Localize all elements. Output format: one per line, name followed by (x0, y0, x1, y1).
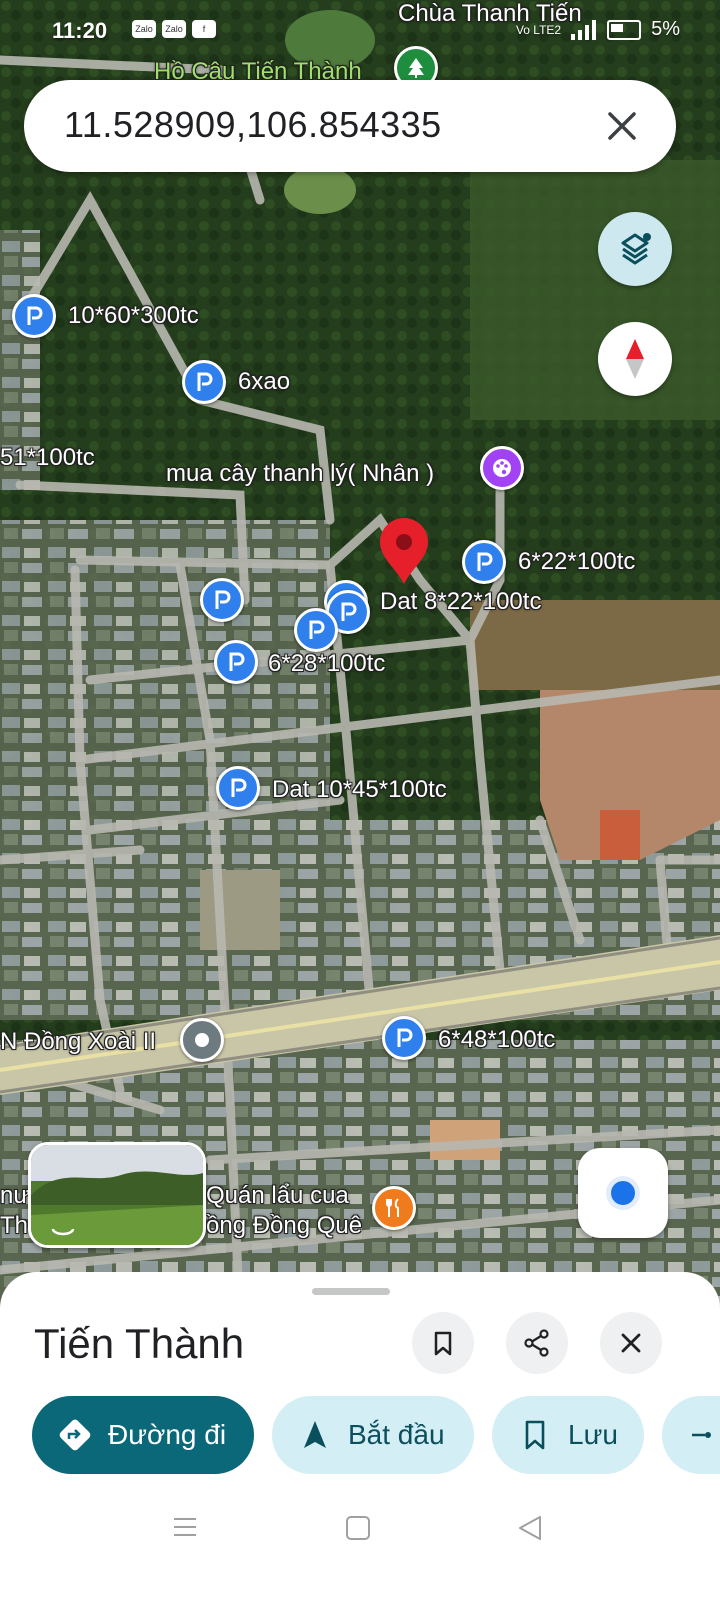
facebook-icon: f (192, 20, 216, 38)
parking-icon (231, 778, 247, 797)
layers-icon (621, 233, 651, 265)
battery-level: 5% (651, 18, 680, 40)
parking-icon (229, 652, 245, 671)
navigation-arrow-icon (304, 1421, 326, 1448)
shop-label[interactable]: mua cây thanh lý( Nhân ) (166, 460, 434, 488)
compass-button[interactable] (598, 322, 672, 396)
directions-label: Đường đi (108, 1419, 227, 1450)
road-marker[interactable] (180, 1018, 224, 1062)
parking-pin[interactable] (462, 540, 506, 584)
fork-knife-icon (386, 1198, 399, 1217)
place-sheet[interactable]: Tiến Thành Đường đi Bắt đầu Lưu (0, 1272, 720, 1612)
location-dot-icon (611, 1181, 635, 1205)
shop-pin[interactable] (480, 446, 524, 490)
recent-apps-icon[interactable] (172, 1514, 198, 1540)
listing-label[interactable]: Dat 10*45*100tc (272, 776, 447, 804)
signal-icon (571, 19, 597, 40)
place-title: Tiến Thành (34, 1320, 245, 1367)
edge-label: nư (0, 1182, 30, 1209)
sheet-handle[interactable] (312, 1288, 390, 1295)
listing-label[interactable]: 10*60*300tc (68, 302, 199, 330)
close-icon (621, 1333, 641, 1353)
share-icon (692, 1432, 711, 1438)
system-nav-bar (0, 1508, 720, 1558)
status-right: Vo LTE2 5% (516, 18, 680, 41)
edge-label: Th (0, 1212, 29, 1239)
bookmark-button[interactable] (412, 1312, 474, 1374)
directions-icon (59, 1419, 91, 1451)
parking-pin[interactable] (216, 766, 260, 810)
start-button[interactable]: Bắt đầu (272, 1396, 474, 1474)
save-button[interactable]: Lưu (492, 1396, 644, 1474)
parking-pin[interactable] (200, 578, 244, 622)
dropped-pin-icon[interactable] (378, 518, 430, 586)
parking-pin[interactable] (294, 608, 338, 652)
status-bar: 11:20 Zalo Zalo f Vo LTE2 5% (0, 0, 720, 62)
parking-pin[interactable] (382, 1016, 426, 1060)
listing-label[interactable]: 51*100tc (0, 444, 95, 472)
road-label[interactable]: N Đồng Xoài II (0, 1028, 156, 1056)
clear-search-icon[interactable] (596, 100, 648, 152)
listing-label[interactable]: Dat 8*22*100tc (380, 588, 541, 616)
network-label: Vo LTE2 (515, 22, 562, 37)
street-view-thumbnail[interactable] (28, 1142, 206, 1248)
status-time: 11:20 (52, 18, 108, 43)
palette-icon (493, 459, 511, 477)
parking-icon (341, 602, 357, 621)
map-view[interactable]: Hồ Câu Tiến Thành Chùa Thanh Tiến 10*60*… (0, 0, 720, 1320)
directions-button[interactable]: Đường đi (32, 1396, 254, 1474)
home-icon[interactable] (344, 1514, 372, 1542)
compass-icon (626, 339, 644, 379)
my-location-button[interactable] (578, 1148, 668, 1238)
parking-pin[interactable] (214, 640, 258, 684)
parking-icon (215, 590, 231, 609)
share-icon (524, 1329, 549, 1357)
listing-label[interactable]: 6*48*100tc (438, 1026, 555, 1054)
restaurant-pin[interactable] (372, 1186, 416, 1230)
parking-icon (197, 372, 213, 391)
listing-label[interactable]: 6xao (238, 368, 290, 396)
restaurant-label-line2[interactable]: ồng Đồng Quê (206, 1212, 362, 1240)
parking-pin[interactable] (12, 294, 56, 338)
bookmark-icon (525, 1420, 545, 1450)
back-icon[interactable] (516, 1514, 544, 1542)
listing-label[interactable]: 6*22*100tc (518, 548, 635, 576)
parking-icon (309, 620, 325, 639)
share-button[interactable] (506, 1312, 568, 1374)
street-view-image (31, 1145, 203, 1245)
close-sheet-button[interactable] (600, 1312, 662, 1374)
bookmark-icon (434, 1331, 452, 1356)
parking-icon (27, 306, 43, 325)
parking-icon (477, 552, 493, 571)
parking-pin[interactable] (182, 360, 226, 404)
parking-icon (397, 1028, 413, 1047)
save-label: Lưu (568, 1419, 618, 1450)
notification-icons: Zalo Zalo f (132, 20, 216, 38)
start-label: Bắt đầu (348, 1419, 445, 1450)
zalo-icon: Zalo (162, 20, 186, 38)
dot-icon (195, 1033, 209, 1047)
zalo-icon: Zalo (132, 20, 156, 38)
listing-label[interactable]: 6*28*100tc (268, 650, 385, 678)
layers-button[interactable] (598, 212, 672, 286)
battery-icon (607, 19, 642, 40)
more-actions-chip[interactable] (662, 1396, 720, 1474)
search-input[interactable]: 11.528909,106.854335 (64, 104, 442, 146)
search-bar[interactable]: 11.528909,106.854335 (24, 80, 676, 172)
restaurant-label[interactable]: Quán lẩu cua (206, 1182, 349, 1210)
